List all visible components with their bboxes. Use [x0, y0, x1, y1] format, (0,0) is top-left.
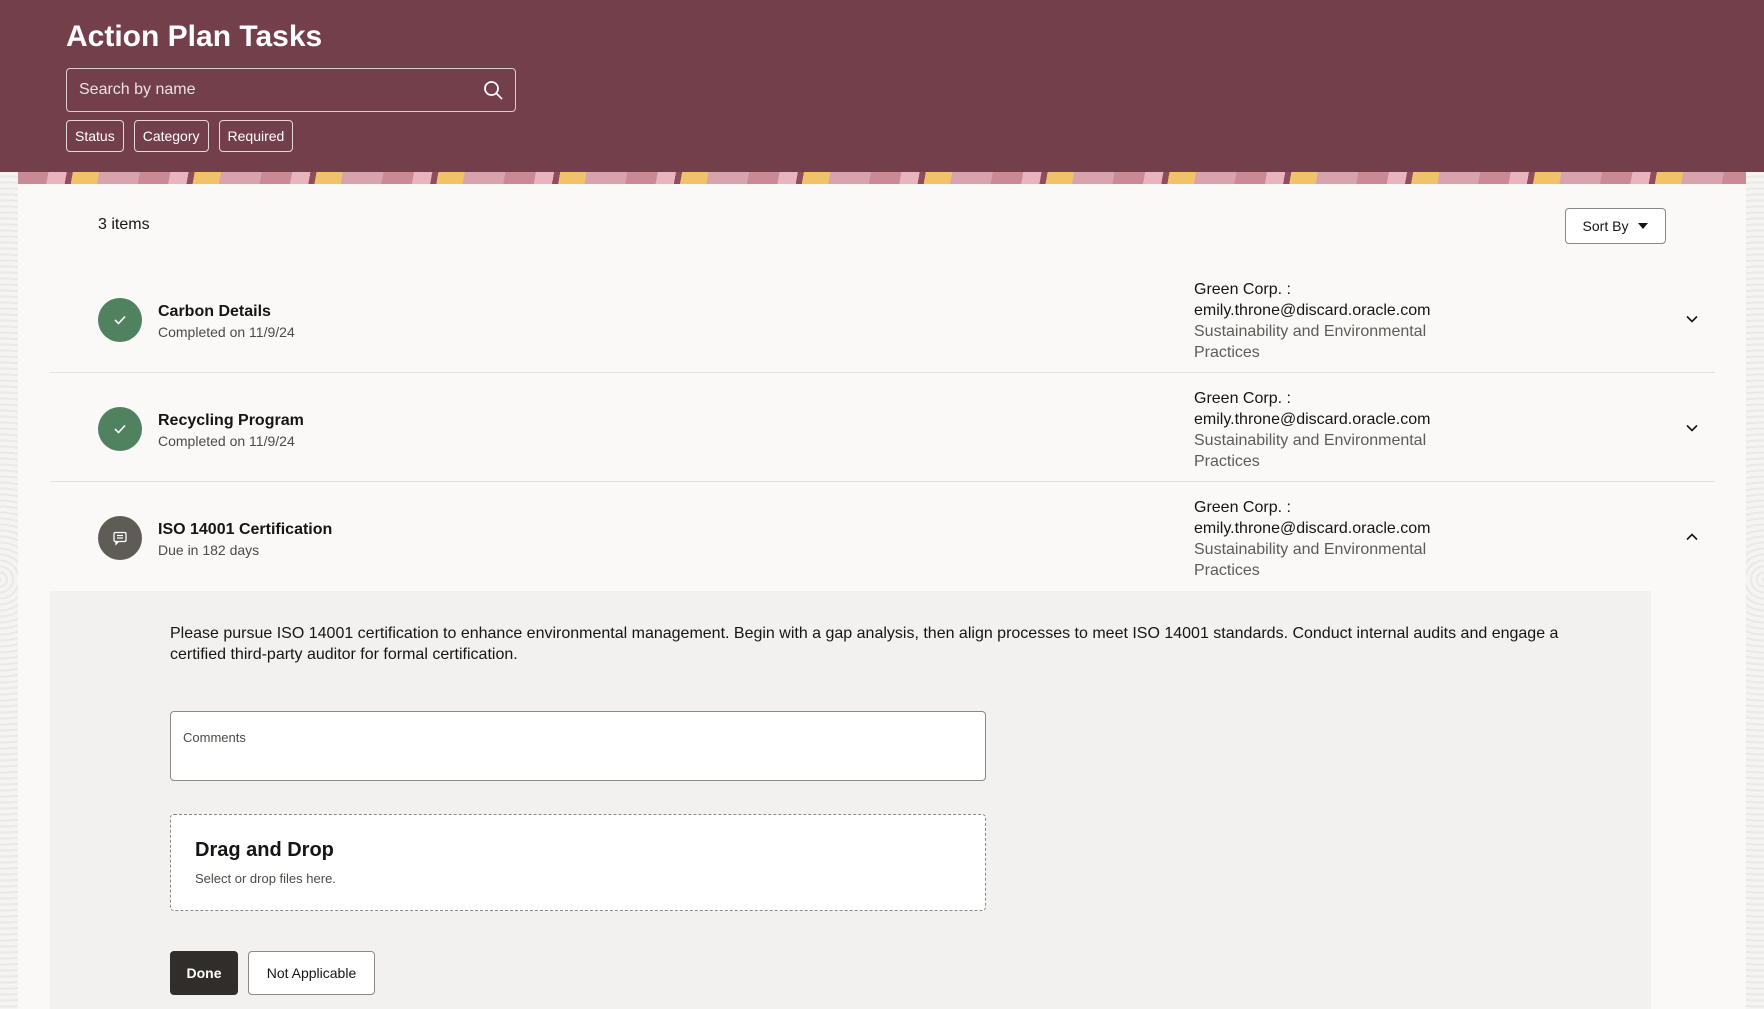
file-dropzone[interactable]: Drag and Drop Select or drop files here. [170, 814, 986, 911]
header-extension [0, 152, 1764, 172]
task-status-text: Due in 182 days [158, 542, 260, 558]
background-texture-left [0, 150, 18, 1009]
not-applicable-button[interactable]: Not Applicable [248, 951, 375, 995]
task-detail-panel: Please pursue ISO 14001 certification to… [50, 591, 1651, 1009]
chevron-up-icon[interactable] [1680, 525, 1704, 549]
task-org: Green Corp. : [1194, 281, 1291, 298]
dropzone-title: Drag and Drop [195, 839, 334, 861]
task-category: Sustainability and Environmental Practic… [1194, 432, 1427, 470]
task-assignee-email: emily.throne@discard.oracle.com [1194, 302, 1431, 319]
completed-status-icon [98, 298, 142, 342]
comments-label: Comments [183, 730, 246, 745]
decorative-banner [18, 172, 1746, 184]
search-box [66, 68, 516, 112]
task-meta: Green Corp. : emily.throne@discard.oracl… [1194, 497, 1454, 581]
completed-status-icon [98, 407, 142, 451]
task-assignee-email: emily.throne@discard.oracle.com [1194, 411, 1431, 428]
search-input[interactable] [67, 69, 471, 111]
chevron-down-icon[interactable] [1680, 307, 1704, 331]
task-row-expanded[interactable]: ISO 14001 Certification Due in 182 days … [50, 482, 1715, 591]
caret-down-icon [1638, 223, 1649, 229]
task-org: Green Corp. : [1194, 390, 1291, 407]
sort-by-button[interactable]: Sort By [1565, 208, 1666, 244]
filter-chip-required[interactable]: Required [218, 120, 294, 152]
filter-chips: Status Category Required [66, 120, 294, 152]
task-row[interactable]: Carbon Details Completed on 11/9/24 Gree… [50, 264, 1715, 373]
chevron-down-icon[interactable] [1680, 416, 1704, 440]
search-icon[interactable] [471, 68, 515, 112]
task-meta: Green Corp. : emily.throne@discard.oracl… [1194, 279, 1454, 363]
comments-input[interactable] [183, 750, 973, 776]
background-texture-right [1746, 150, 1764, 1009]
page-title: Action Plan Tasks [66, 20, 323, 53]
task-assignee-email: emily.throne@discard.oracle.com [1194, 520, 1431, 537]
task-meta: Green Corp. : emily.throne@discard.oracl… [1194, 388, 1454, 472]
dropzone-subtitle: Select or drop files here. [195, 871, 336, 886]
task-title: ISO 14001 Certification [158, 521, 333, 538]
page-header: Action Plan Tasks Status Category Requir… [0, 0, 1764, 152]
task-description: Please pursue ISO 14001 certification to… [170, 625, 1559, 663]
task-title: Recycling Program [158, 412, 304, 429]
item-count: 3 items [98, 216, 150, 233]
task-category: Sustainability and Environmental Practic… [1194, 323, 1427, 361]
sort-by-label: Sort By [1582, 218, 1629, 234]
comment-status-icon [98, 516, 142, 560]
done-button[interactable]: Done [170, 951, 238, 995]
comments-field[interactable]: Comments [170, 711, 986, 781]
filter-chip-status[interactable]: Status [66, 120, 124, 152]
task-list-panel: 3 items Sort By Carbon Details Completed… [18, 184, 1746, 1009]
task-status-text: Completed on 11/9/24 [158, 324, 295, 340]
task-status-text: Completed on 11/9/24 [158, 433, 295, 449]
task-title: Carbon Details [158, 303, 271, 320]
task-org: Green Corp. : [1194, 499, 1291, 516]
task-row[interactable]: Recycling Program Completed on 11/9/24 G… [50, 373, 1715, 482]
filter-chip-category[interactable]: Category [133, 120, 209, 152]
task-category: Sustainability and Environmental Practic… [1194, 541, 1427, 579]
